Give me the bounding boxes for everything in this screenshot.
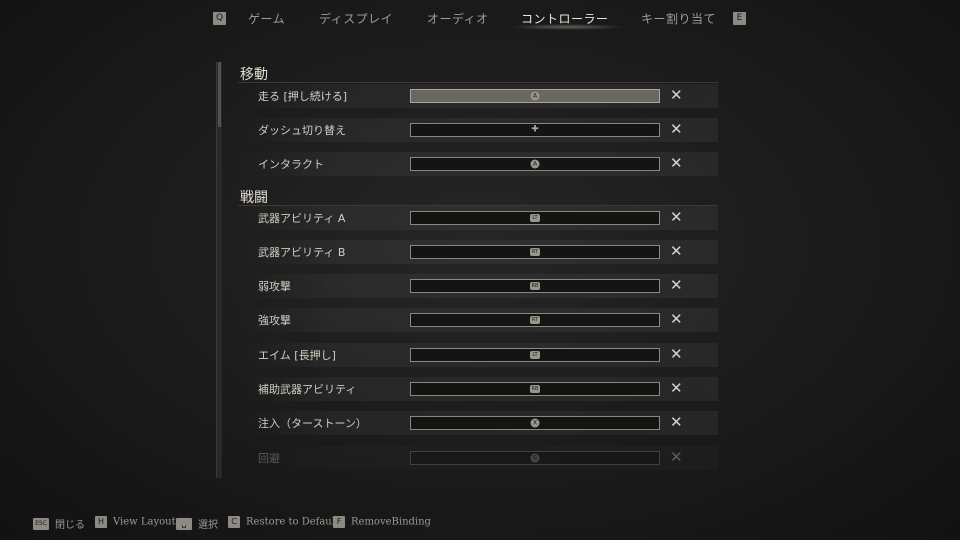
binding-row-interact[interactable]: インタラクト A ✕ [238, 152, 718, 176]
binding-label: 弱攻撃 [258, 280, 291, 293]
f-key-icon: F [333, 516, 345, 528]
bindings-panel: 移動 走る [押し続ける] A ✕ ダッシュ切り替え ✚ ✕ インタラクト A … [216, 62, 726, 478]
tab-key-bindings[interactable]: キー割り当て [641, 10, 716, 27]
binding-field[interactable]: ✚ [410, 123, 660, 137]
settings-tab-bar: Q ゲーム ディスプレイ オーディオ コントローラー キー割り当て E [0, 0, 960, 36]
prev-tab-key-badge[interactable]: Q [213, 12, 226, 25]
binding-field[interactable]: A [410, 157, 660, 171]
space-key-icon: ␣ [176, 517, 192, 530]
binding-field[interactable]: LT [410, 348, 660, 362]
hint-label: View Layout [113, 516, 176, 528]
section-divider [238, 82, 718, 83]
remove-binding-icon[interactable]: ✕ [670, 310, 683, 328]
binding-label: 注入（ターストーン） [258, 417, 367, 430]
rb-bumper-icon: RB [530, 385, 540, 393]
section-title-combat: 戦闘 [240, 190, 268, 206]
binding-row-weapon-ability-b[interactable]: 武器アビリティ B RT ✕ [238, 240, 718, 264]
hint-view-layout[interactable]: H View Layout [95, 516, 176, 528]
hint-select[interactable]: ␣ 選択 [176, 516, 218, 531]
binding-field[interactable]: LT [410, 211, 660, 225]
binding-row-light-attack[interactable]: 弱攻撃 RB ✕ [238, 274, 718, 298]
x-button-icon: X [530, 418, 540, 428]
remove-binding-icon[interactable]: ✕ [670, 208, 683, 226]
b-button-icon: B [530, 453, 540, 463]
tab-audio[interactable]: オーディオ [427, 10, 489, 27]
binding-row-heavy-attack[interactable]: 強攻撃 RT ✕ [238, 308, 718, 332]
binding-label: エイム [長押し] [258, 349, 336, 362]
remove-binding-icon[interactable]: ✕ [670, 154, 683, 172]
binding-row-dodge[interactable]: 回避 B ✕ [238, 446, 718, 470]
remove-binding-icon[interactable]: ✕ [670, 86, 683, 104]
h-key-icon: H [95, 516, 107, 528]
binding-field[interactable]: RB [410, 382, 660, 396]
binding-row-weapon-ability-a[interactable]: 武器アビリティ A LT ✕ [238, 206, 718, 230]
binding-row-secondary-weapon-ability[interactable]: 補助武器アビリティ RB ✕ [238, 377, 718, 401]
binding-label: 強攻撃 [258, 314, 291, 327]
binding-row-dash-toggle[interactable]: ダッシュ切り替え ✚ ✕ [238, 118, 718, 142]
binding-field[interactable]: A [410, 89, 660, 103]
binding-field[interactable]: RT [410, 313, 660, 327]
next-tab-key-badge[interactable]: E [733, 12, 746, 25]
rb-bumper-icon: RB [530, 282, 540, 290]
binding-field[interactable]: RB [410, 279, 660, 293]
binding-row-aim[interactable]: エイム [長押し] LT ✕ [238, 343, 718, 367]
remove-binding-icon[interactable]: ✕ [670, 345, 683, 363]
hint-label: Restore to Default [246, 516, 339, 528]
binding-label: 回避 [258, 452, 280, 465]
binding-label: 補助武器アビリティ [258, 383, 357, 396]
binding-label: 走る [押し続ける] [258, 90, 348, 103]
a-button-icon: A [530, 159, 540, 169]
remove-binding-icon[interactable]: ✕ [670, 448, 683, 466]
binding-row-infuse[interactable]: 注入（ターストーン） X ✕ [238, 411, 718, 435]
scrollbar-thumb[interactable] [218, 62, 221, 127]
tab-display[interactable]: ディスプレイ [319, 10, 393, 27]
remove-binding-icon[interactable]: ✕ [670, 379, 683, 397]
section-title-movement: 移動 [240, 67, 268, 83]
binding-field[interactable]: RT [410, 245, 660, 259]
remove-binding-icon[interactable]: ✕ [670, 120, 683, 138]
hint-remove-binding[interactable]: F RemoveBinding [333, 516, 431, 528]
rt-trigger-icon: RT [530, 248, 540, 256]
rt-trigger-icon: RT [530, 316, 540, 324]
hint-label: 閉じる [55, 520, 85, 531]
hint-restore-default[interactable]: C Restore to Default [228, 516, 339, 528]
active-tab-indicator [510, 24, 625, 30]
binding-label: 武器アビリティ A [258, 212, 346, 225]
remove-binding-icon[interactable]: ✕ [670, 413, 683, 431]
esc-key-icon: ESC [33, 517, 49, 530]
lt-trigger-icon: LT [530, 214, 540, 222]
hint-label: RemoveBinding [351, 516, 431, 528]
binding-field[interactable]: B [410, 451, 660, 465]
a-button-icon: A [530, 91, 540, 101]
binding-field[interactable]: X [410, 416, 660, 430]
hint-label: 選択 [198, 520, 218, 531]
tab-game[interactable]: ゲーム [248, 10, 285, 27]
dpad-icon: ✚ [531, 124, 539, 135]
binding-label: 武器アビリティ B [258, 246, 346, 259]
remove-binding-icon[interactable]: ✕ [670, 242, 683, 260]
binding-label: インタラクト [258, 158, 324, 171]
hint-close[interactable]: ESC 閉じる [33, 516, 85, 531]
scrollbar[interactable] [216, 62, 222, 478]
binding-row-run[interactable]: 走る [押し続ける] A ✕ [238, 84, 718, 108]
remove-binding-icon[interactable]: ✕ [670, 276, 683, 294]
footer-hints: ESC 閉じる H View Layout ␣ 選択 C Restore to Defa… [0, 508, 960, 538]
c-key-icon: C [228, 516, 240, 528]
lt-trigger-icon: LT [530, 351, 540, 359]
binding-label: ダッシュ切り替え [258, 124, 346, 137]
